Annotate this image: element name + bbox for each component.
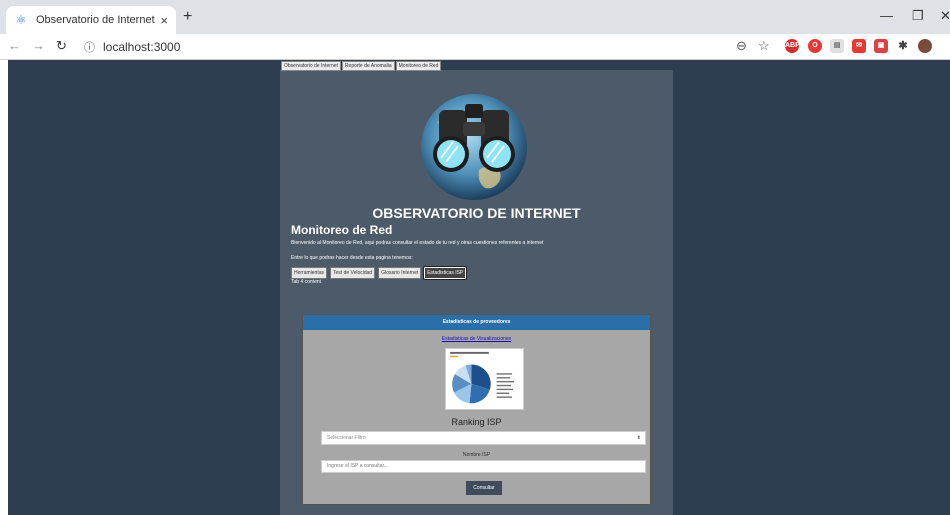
tab-herramientas[interactable]: Herramientas xyxy=(291,267,328,279)
zoom-icon[interactable]: ⊖ xyxy=(736,38,747,54)
opera-extension-icon[interactable]: O xyxy=(808,39,822,53)
back-icon[interactable]: ← xyxy=(8,38,21,53)
nav-tab-monitoreo[interactable]: Monitoreo de Red xyxy=(395,61,442,71)
legend-entry xyxy=(496,392,510,394)
new-tab-button[interactable]: + xyxy=(183,8,192,26)
section-title: Monitoreo de Red xyxy=(291,223,393,237)
nav-tab-reporte[interactable]: Reporte de Anomalia xyxy=(341,61,395,71)
tab-title: Observatorio de Internet xyxy=(36,14,155,26)
ranking-isp-title: Ranking ISP xyxy=(451,417,502,427)
browser-tabbar: ⚛ Observatorio de Internet × + — ❐ ✕ xyxy=(0,0,950,34)
isp-search-input[interactable]: Ingrese el ISP a consultar... xyxy=(321,460,646,473)
bookmark-star-icon[interactable]: ☆ xyxy=(758,38,770,54)
stats-card: Estadisticas de proveedores Estadisticas… xyxy=(302,314,651,505)
image-extension-icon[interactable]: ▣ xyxy=(874,39,888,53)
thumb-subtitle-line xyxy=(450,355,458,358)
filter-select[interactable]: Seleccionar Filtro ⬍ xyxy=(321,431,646,445)
extensions-puzzle-icon[interactable]: ✱ xyxy=(896,39,910,53)
intro-text: Bienvenido al Monitoreo de Red, aqui pod… xyxy=(291,240,544,246)
binoculars-globe-logo xyxy=(421,94,527,200)
legend-entry xyxy=(496,388,514,391)
address-bar: ← → ↻ ⓘ localhost:3000 ⊖ ☆ ABP O ▤ ✉ ▣ ✱ xyxy=(0,34,950,60)
intro-text-2: Entre lo que podras hacer desde esta pag… xyxy=(291,255,413,261)
isp-name-label: Nombre ISP xyxy=(462,452,491,458)
url-field[interactable]: ⓘ localhost:3000 xyxy=(84,37,724,57)
restore-icon[interactable]: ❐ xyxy=(912,8,924,24)
adblock-icon[interactable]: ABP xyxy=(785,39,800,53)
red-extension-icon[interactable]: ✉ xyxy=(852,39,866,53)
legend-entry xyxy=(496,373,513,375)
app-title: OBSERVATORIO DE INTERNET xyxy=(372,205,581,221)
react-icon: ⚛ xyxy=(15,13,27,27)
close-window-icon[interactable]: ✕ xyxy=(940,8,950,24)
tab-estadisticas-isp[interactable]: Estadisticas ISP xyxy=(423,266,468,280)
reload-icon[interactable]: ↻ xyxy=(56,38,67,54)
visualization-stats-link[interactable]: Estadisticas de Visualizaciones xyxy=(303,336,650,342)
chevron-down-icon: ⬍ xyxy=(636,435,641,441)
forward-icon[interactable]: → xyxy=(32,38,45,53)
stats-card-header: Estadisticas de proveedores xyxy=(303,315,650,330)
url-text: localhost:3000 xyxy=(103,40,181,54)
consult-button[interactable]: Consultar xyxy=(466,481,502,495)
tab-glosario[interactable]: Glosario Internet xyxy=(378,267,422,279)
legend-entry xyxy=(496,377,511,379)
tools-tab-bar: Herramientas Test de Velocidad Glosario … xyxy=(291,266,469,280)
site-nav-tabs: Observatorio de Internet Reporte de Anom… xyxy=(281,61,442,71)
close-tab-icon[interactable]: × xyxy=(160,13,168,28)
profile-avatar[interactable] xyxy=(918,39,932,53)
thumb-title-line xyxy=(450,351,489,354)
tab-test-velocidad[interactable]: Test de Velocidad xyxy=(330,267,376,279)
legend-entry xyxy=(496,396,513,398)
document-extension-icon[interactable]: ▤ xyxy=(830,39,844,53)
info-icon[interactable]: ⓘ xyxy=(84,39,95,55)
pie-chart-thumbnail[interactable] xyxy=(445,348,524,410)
filter-select-value: Seleccionar Filtro xyxy=(327,435,366,441)
nav-tab-observatorio[interactable]: Observatorio de Internet xyxy=(281,61,341,71)
legend-entry xyxy=(496,380,515,383)
tab-content-text: Tab 4 content xyxy=(291,279,322,285)
minimize-icon[interactable]: — xyxy=(880,8,893,23)
legend-entry xyxy=(496,384,512,387)
browser-tab[interactable]: ⚛ Observatorio de Internet × xyxy=(6,6,176,34)
